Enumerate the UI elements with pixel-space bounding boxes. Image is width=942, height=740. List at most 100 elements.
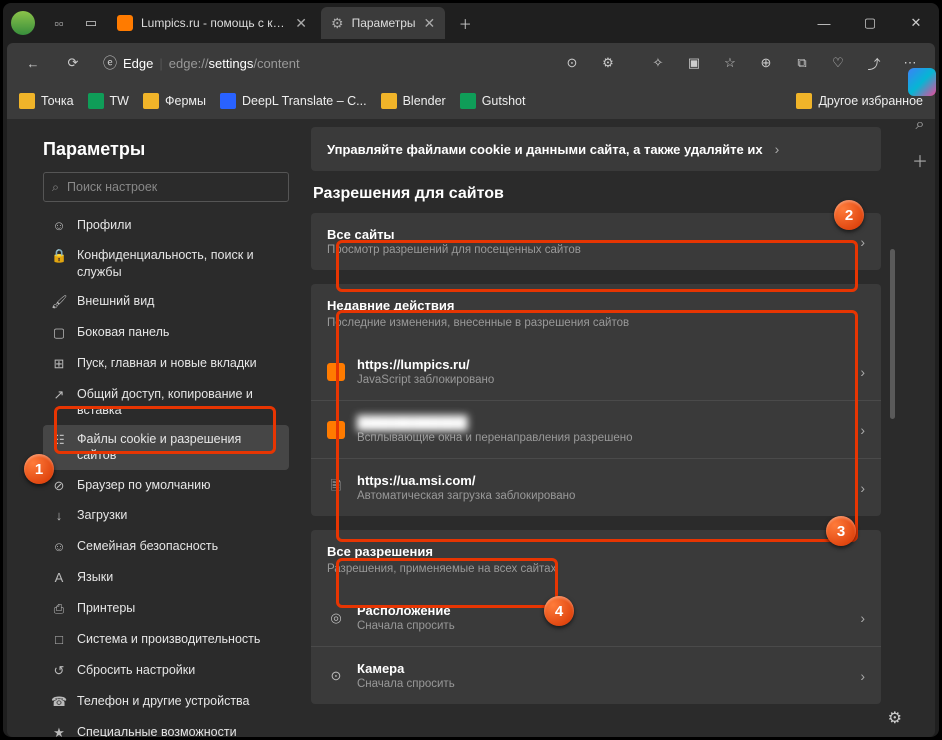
sidebar-item[interactable]: □Система и производительность [43, 625, 289, 656]
sidebar-item-icon: ⎙ [51, 601, 67, 618]
profile-avatar[interactable] [11, 11, 35, 35]
bookmark-item[interactable]: Blender [381, 93, 446, 109]
tab-close-icon[interactable]: ✕ [424, 15, 436, 32]
vertical-add-icon[interactable]: ＋ [912, 148, 928, 172]
workspaces-icon[interactable]: ▫▫ [43, 7, 75, 39]
all-sites-card[interactable]: Все сайты Просмотр разрешений для посеще… [311, 213, 881, 270]
scrollbar[interactable] [890, 249, 895, 419]
tab-close-icon[interactable]: ✕ [295, 15, 307, 32]
page-settings-icon[interactable]: ⚙ [888, 708, 902, 728]
permission-title: Расположение [357, 603, 848, 618]
sidebar-item-label: Телефон и другие устройства [77, 693, 250, 709]
sidebar-item-icon: ★ [51, 725, 67, 737]
sidebar-item[interactable]: ⎙Принтеры [43, 594, 289, 625]
bookmark-item[interactable]: Точка [19, 93, 74, 109]
permission-row[interactable]: ⊙КамераСначала спросить› [311, 646, 881, 704]
reader-icon[interactable]: ⧉ [785, 47, 819, 79]
bookmark-item[interactable]: DeepL Translate – C... [220, 93, 367, 109]
sidebar-item-label: Сбросить настройки [77, 662, 195, 678]
sidebar-item-label: Браузер по умолчанию [77, 477, 211, 493]
bookmark-icon [19, 93, 35, 109]
sidebar-item[interactable]: 🔒Конфиденциальность, поиск и службы [43, 241, 289, 287]
search-icon[interactable]: ⊙ [555, 47, 589, 79]
bookmark-icon [220, 93, 236, 109]
permission-status: Сначала спросить [357, 620, 848, 632]
chevron-right-icon: › [860, 610, 865, 626]
collections-icon[interactable]: ⊕ [749, 47, 783, 79]
sidebar-item-icon: ☎ [51, 694, 67, 711]
recent-site-row[interactable]: https://lumpics.ru/JavaScript заблокиров… [311, 343, 881, 400]
sidebar-item[interactable]: ⊘Браузер по умолчанию [43, 470, 289, 501]
sidebar-icon[interactable]: ▣ [677, 47, 711, 79]
sidebar-item-label: Конфиденциальность, поиск и службы [77, 247, 281, 280]
sidebar-item-icon: ↺ [51, 663, 67, 680]
new-tab-button[interactable]: ＋ [449, 7, 481, 39]
sidebar-item[interactable]: 🖌Внешний вид [43, 286, 289, 317]
extensions-icon[interactable]: ✧ [641, 47, 675, 79]
sidebar-item-label: Языки [77, 569, 113, 585]
sidebar-item[interactable]: AЯзыки [43, 563, 289, 594]
permission-row[interactable]: ◎РасположениеСначала спросить› [311, 589, 881, 646]
site-permission-status: Автоматическая загрузка заблокировано [357, 490, 848, 502]
chevron-right-icon: › [860, 480, 865, 496]
sidebar-item-label: Общий доступ, копирование и вставка [77, 386, 281, 419]
sidebar-item[interactable]: ★Специальные возможности [43, 717, 289, 737]
sidebar-item[interactable]: ☎ Телефон и другие устройства [43, 686, 289, 717]
maximize-button[interactable]: ▢ [847, 3, 893, 43]
favorites-icon[interactable]: ☆ [713, 47, 747, 79]
bookmark-item[interactable]: Фермы [143, 93, 206, 109]
bookmark-item[interactable]: TW [88, 93, 129, 109]
sidebar-item[interactable]: ↗ Общий доступ, копирование и вставка [43, 379, 289, 425]
sidebar-item-icon: ☺ [51, 539, 67, 556]
sidebar-item[interactable]: ☺ Семейная безопасность [43, 532, 289, 563]
cookie-card[interactable]: Управляйте файлами cookie и данными сайт… [311, 127, 881, 171]
chevron-right-icon: › [860, 668, 865, 684]
sidebar-item-icon: □ [51, 632, 67, 649]
refresh-button[interactable]: ⟳ [55, 47, 91, 79]
favicon [117, 15, 133, 31]
browser-tab[interactable]: ⚙Параметры✕ [321, 7, 445, 39]
back-button[interactable]: ← [15, 47, 51, 79]
chevron-right-icon: › [775, 141, 780, 157]
sidebar-item[interactable]: ☷Файлы cookie и разрешения сайтов [43, 425, 289, 471]
sidebar-item-icon: ☺ [51, 218, 67, 235]
sidebar-item-label: Семейная безопасность [77, 538, 218, 554]
other-bookmarks[interactable]: Другое избранное [796, 93, 923, 109]
sidebar-item[interactable]: ☺Профили [43, 210, 289, 241]
share-icon[interactable]: ⤴ [857, 47, 891, 79]
sidebar-item-icon: ⊞ [51, 356, 67, 373]
sidebar-item-icon: ▢ [51, 325, 67, 342]
settings-search[interactable]: ⌕ Поиск настроек [43, 172, 289, 202]
bookmark-item[interactable]: Gutshot [460, 93, 526, 109]
recent-site-row[interactable]: ████████████Всплывающие окна и перенапра… [311, 400, 881, 458]
minimize-button[interactable]: ― [801, 3, 847, 43]
address-bar[interactable]: ⓔ Edge | edge://settings/content [95, 49, 551, 77]
recent-activity-card: Недавние действия Последние изменения, в… [311, 284, 881, 516]
sidebar-item-label: Файлы cookie и разрешения сайтов [77, 431, 281, 464]
edge-icon: ⓔ [103, 53, 117, 73]
gear-icon: ⚙ [331, 15, 344, 32]
permission-title: Камера [357, 661, 848, 676]
sidebar-item[interactable]: ↓Загрузки [43, 501, 289, 532]
sidebar-item-icon: ↗ [51, 387, 67, 404]
browser-tab[interactable]: Lumpics.ru - помощь с компьют ✕ [107, 7, 317, 39]
sidebar-item[interactable]: ⊞Пуск, главная и новые вкладки [43, 348, 289, 379]
tab-actions-icon[interactable]: ▭ [75, 7, 107, 39]
health-icon[interactable]: ♡ [821, 47, 855, 79]
copilot-icon[interactable] [908, 68, 936, 96]
close-button[interactable]: ✕ [893, 3, 939, 43]
file-icon: 🗎 [327, 477, 345, 499]
settings-icon[interactable]: ⚙ [591, 47, 625, 79]
sidebar-title: Параметры [43, 139, 289, 160]
bookmark-icon [143, 93, 159, 109]
sidebar-item[interactable]: ↺ Сбросить настройки [43, 655, 289, 686]
recent-site-row[interactable]: 🗎 https://ua.msi.com/Автоматическая загру… [311, 458, 881, 516]
tab-title: Lumpics.ru - помощь с компьют [141, 16, 287, 30]
url-prefix: Edge [123, 56, 153, 71]
site-url: https://ua.msi.com/ [357, 473, 848, 488]
folder-icon [796, 93, 812, 109]
search-icon: ⌕ [52, 180, 59, 195]
vertical-search-icon[interactable]: ⌕ [916, 116, 925, 134]
permission-status: Сначала спросить [357, 678, 848, 690]
sidebar-item[interactable]: ▢Боковая панель [43, 317, 289, 348]
